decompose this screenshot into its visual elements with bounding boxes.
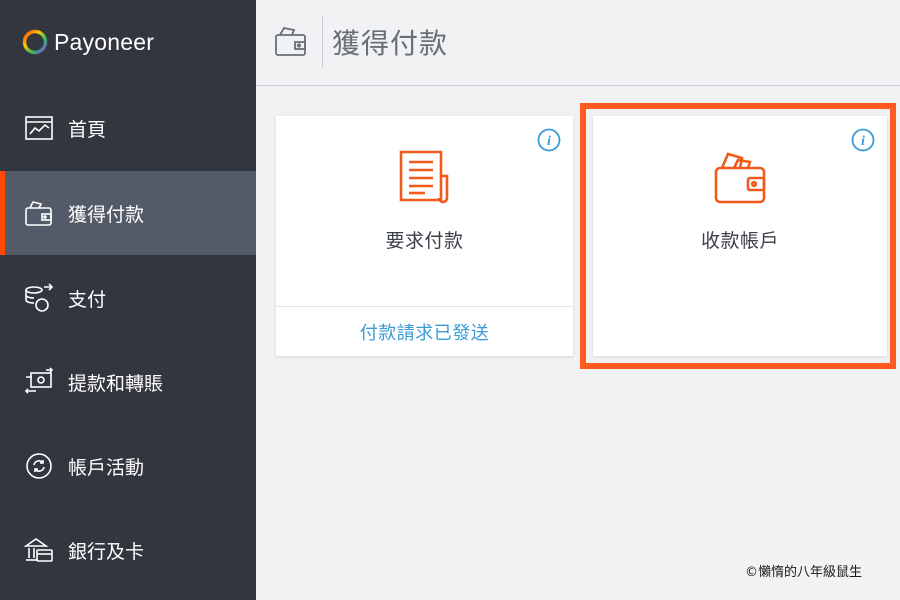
sidebar-item-label: 獲得付款 (68, 203, 145, 226)
sidebar-item-label: 銀行及卡 (68, 540, 145, 563)
sidebar: Payoneer 首頁 獲得付款 支付 提款和轉賬 帳戶活動 銀行及卡 (0, 0, 256, 600)
watermark: ©懶惰的八年級鼠生 (744, 565, 862, 580)
activity-cycle-icon (24, 451, 54, 481)
header-divider (322, 16, 323, 68)
info-icon[interactable]: i (537, 128, 561, 152)
sidebar-item-home[interactable]: 首頁 (0, 86, 256, 170)
sidebar-item-label: 帳戶活動 (68, 456, 145, 479)
dashboard-chart-icon (24, 113, 54, 143)
coins-transfer-icon (24, 283, 54, 313)
card-title: 要求付款 (385, 230, 464, 252)
sidebar-item-label: 支付 (68, 288, 107, 311)
payoneer-logo[interactable]: Payoneer (22, 28, 154, 56)
brand-name: Payoneer (54, 28, 155, 55)
request-payment-card[interactable]: i 要求付款 付款請求已發送 (276, 116, 573, 356)
bank-card-icon (24, 535, 54, 565)
wallet-icon (24, 198, 54, 228)
page-title: 獲得付款 (332, 27, 449, 60)
invoice-document-icon (399, 150, 448, 204)
payment-requests-sent-link[interactable]: 付款請求已發送 (276, 306, 573, 356)
sidebar-item-get-paid[interactable]: 獲得付款 (0, 171, 256, 255)
svg-text:i: i (861, 134, 865, 149)
page-header: 獲得付款 (256, 0, 900, 86)
payoneer-ring-icon (22, 29, 48, 55)
receiving-accounts-card[interactable]: i 收款帳戶 (593, 116, 887, 356)
sidebar-item-bank-cards[interactable]: 銀行及卡 (0, 508, 256, 592)
info-icon[interactable]: i (851, 128, 875, 152)
sidebar-item-pay[interactable]: 支付 (0, 256, 256, 340)
sidebar-item-label: 首頁 (68, 118, 107, 141)
sidebar-item-label: 提款和轉賬 (68, 372, 164, 395)
sidebar-item-withdraw-transfer[interactable]: 提款和轉賬 (0, 340, 256, 424)
sidebar-item-account-activity[interactable]: 帳戶活動 (0, 424, 256, 508)
card-title: 收款帳戶 (700, 230, 779, 252)
wallet-icon (275, 26, 306, 56)
svg-text:i: i (547, 134, 551, 149)
withdraw-transfer-icon (24, 367, 54, 397)
wallet-money-icon (714, 152, 766, 204)
